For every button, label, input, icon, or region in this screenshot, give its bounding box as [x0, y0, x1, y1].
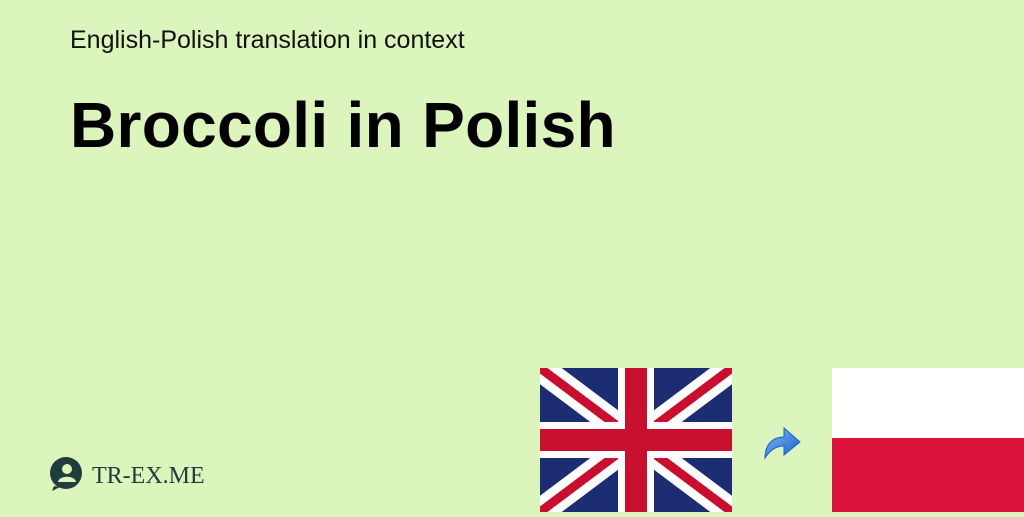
logo-text: TR-EX.ME — [92, 463, 205, 489]
arrow-right-icon — [762, 422, 802, 462]
page-subtitle: English-Polish translation in context — [70, 26, 465, 54]
poland-flag — [832, 368, 1024, 512]
speech-bubble-person-icon — [48, 456, 84, 497]
poland-flag-white-band — [832, 368, 1024, 438]
poland-flag-red-band — [832, 438, 1024, 512]
site-logo[interactable]: TR-EX.ME — [48, 456, 205, 497]
united-kingdom-flag — [532, 357, 740, 517]
page-title: Broccoli in Polish — [70, 89, 616, 161]
